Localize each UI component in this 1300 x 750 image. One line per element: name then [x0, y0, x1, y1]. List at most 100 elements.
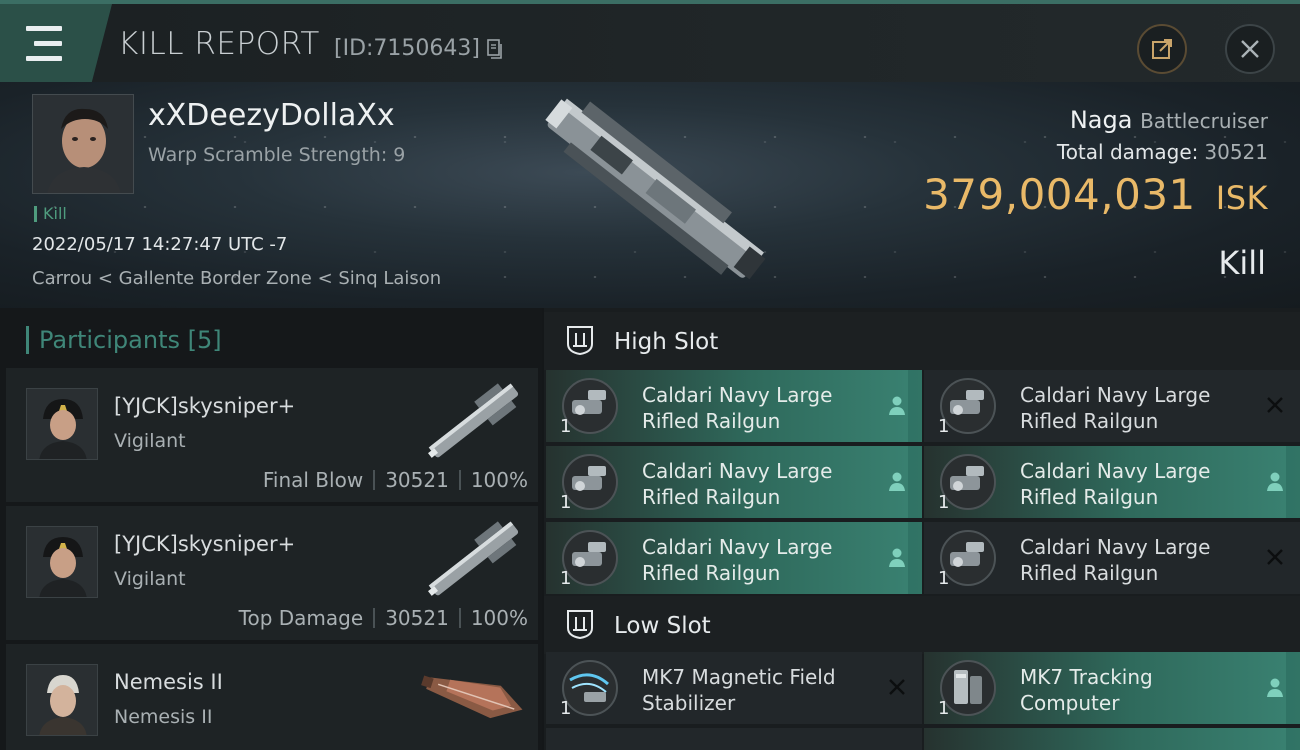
participant-name: [YJCK]skysniper+: [114, 532, 296, 556]
participant-name: [YJCK]skysniper+: [114, 394, 296, 418]
participant-stats: Top Damage 30521 100%: [239, 606, 528, 630]
share-button[interactable]: [1137, 24, 1187, 74]
module-name: Caldari Navy Large Rifled Railgun: [642, 383, 833, 433]
ship-class: Battlecruiser: [1140, 109, 1268, 133]
participant-percent: 100%: [470, 606, 528, 630]
participant-ship: Vigilant: [114, 568, 186, 590]
module-name: MK7 Magnetic Field Stabilizer: [642, 665, 836, 715]
nemesis-ship-image: [421, 675, 523, 719]
participant-card[interactable]: Nemesis II Nemesis II: [6, 644, 538, 750]
participants-header[interactable]: Participants [5]: [26, 326, 222, 354]
isk-amount: 379,004,031: [923, 170, 1196, 219]
kill-result-label: Kill: [1218, 244, 1266, 282]
module-slot[interactable]: 1 Caldari Navy Large Rifled Railgun: [924, 370, 1300, 442]
participants-label: Participants: [39, 326, 180, 354]
x-mark-icon: [1267, 549, 1283, 565]
module-slot[interactable]: 1 Caldari Navy Large Rifled Railgun: [546, 370, 922, 442]
participant-role: Final Blow: [262, 468, 364, 492]
participants-panel: Participants [5] [YJCK]skysniper+ Vigila…: [0, 308, 542, 750]
module-slot[interactable]: 1 Caldari Navy Large Rifled Railgun: [924, 446, 1300, 518]
total-damage: Total damage: 30521: [1057, 140, 1268, 164]
participant-name: Nemesis II: [114, 670, 223, 694]
avatar: [26, 388, 98, 460]
total-damage-value: 30521: [1204, 140, 1268, 164]
kill-id-label: [ID:7150643]: [334, 36, 480, 61]
module-quantity: 1: [560, 416, 572, 437]
avatar: [26, 526, 98, 598]
ship-name: Naga: [1069, 106, 1133, 134]
vigilant-ship-image: [428, 383, 519, 458]
kill-tag: Kill: [34, 206, 67, 222]
isk-unit: ISK: [1215, 179, 1268, 217]
module-quantity: 1: [938, 416, 950, 437]
module-name: Caldari Navy Large Rifled Railgun: [642, 459, 833, 509]
total-damage-label: Total damage:: [1056, 140, 1199, 164]
pilot-portrait-image: [27, 665, 97, 735]
slot-shield-icon: [567, 610, 593, 640]
person-icon: [889, 548, 905, 567]
module-name: MK7 Tracking Computer: [1020, 665, 1153, 715]
participant-damage: 30521: [385, 468, 449, 492]
person-icon: [889, 472, 905, 491]
pilot-portrait-image: [27, 389, 97, 459]
avatar: [26, 664, 98, 736]
victim-portrait[interactable]: [32, 94, 134, 194]
participant-card[interactable]: [YJCK]skysniper+ Vigilant Final Blow 3052…: [6, 368, 538, 502]
victim-name[interactable]: xXDeezyDollaXx: [148, 98, 395, 133]
x-mark-icon: [1267, 397, 1283, 413]
kill-timestamp: 2022/05/17 14:27:47 UTC -7: [32, 234, 288, 255]
participant-card[interactable]: [YJCK]skysniper+ Vigilant Top Damage 3052…: [6, 506, 538, 640]
person-icon: [1267, 472, 1283, 491]
page-title: KILL REPORT: [118, 26, 320, 62]
hamburger-menu-icon: [26, 21, 62, 66]
share-icon: [1152, 39, 1172, 59]
module-slot[interactable]: 1 MK7 Tracking Computer: [924, 652, 1300, 724]
module-slot[interactable]: [546, 728, 922, 750]
ship-name-and-class[interactable]: Naga Battlecruiser: [1070, 106, 1268, 134]
module-slot[interactable]: 1 Caldari Navy Large Rifled Railgun: [546, 446, 922, 518]
module-slot[interactable]: 1 Caldari Navy Large Rifled Railgun: [546, 522, 922, 594]
participant-damage: 30521: [385, 606, 449, 630]
participant-ship: Nemesis II: [114, 706, 213, 728]
fitting-slots-panel: High Slot 1 Caldari Navy Large Rifled Ra…: [544, 308, 1300, 750]
module-name: Caldari Navy Large Rifled Railgun: [1020, 535, 1211, 585]
low-slot-label: Low Slot: [614, 613, 711, 639]
warp-scramble-strength: Warp Scramble Strength: 9: [148, 144, 406, 166]
close-icon: [1241, 40, 1259, 58]
module-name: Caldari Navy Large Rifled Railgun: [1020, 459, 1211, 509]
module-slot[interactable]: [924, 728, 1300, 750]
slot-shield-icon: [567, 326, 593, 356]
copy-icon[interactable]: [487, 39, 503, 59]
high-slot-header: High Slot: [544, 312, 1300, 370]
isk-value: 379,004,031 ISK: [923, 170, 1268, 219]
kill-location[interactable]: Carrou < Gallente Border Zone < Sinq Lai…: [32, 268, 441, 289]
module-quantity: 1: [560, 492, 572, 513]
pilot-portrait-image: [33, 95, 133, 193]
low-slot-header: Low Slot: [544, 596, 1300, 654]
person-icon: [889, 396, 905, 415]
module-slot[interactable]: 1 MK7 Magnetic Field Stabilizer: [546, 652, 922, 724]
participants-count: [5]: [187, 326, 222, 354]
module-name: Caldari Navy Large Rifled Railgun: [642, 535, 833, 585]
participant-stats: Final Blow 30521 100%: [263, 468, 528, 492]
victim-summary: xXDeezyDollaXx Warp Scramble Strength: 9…: [0, 82, 1300, 308]
participant-ship: Vigilant: [114, 430, 186, 452]
person-icon: [1267, 678, 1283, 697]
high-slot-label: High Slot: [614, 329, 719, 355]
participant-percent: 100%: [470, 468, 528, 492]
close-button[interactable]: [1225, 24, 1275, 74]
naga-ship-image: [545, 98, 766, 280]
vigilant-ship-image: [428, 521, 519, 596]
module-slot[interactable]: 1 Caldari Navy Large Rifled Railgun: [924, 522, 1300, 594]
x-mark-icon: [889, 679, 905, 695]
module-name: Caldari Navy Large Rifled Railgun: [1020, 383, 1211, 433]
kill-report-header: KILL REPORT [ID:7150643]: [0, 0, 1300, 82]
module-quantity: 1: [938, 698, 950, 719]
pilot-portrait-image: [27, 527, 97, 597]
module-quantity: 1: [938, 492, 950, 513]
module-quantity: 1: [938, 568, 950, 589]
participant-role: Top Damage: [238, 606, 364, 630]
menu-button[interactable]: [0, 4, 112, 82]
module-quantity: 1: [560, 698, 572, 719]
module-quantity: 1: [560, 568, 572, 589]
